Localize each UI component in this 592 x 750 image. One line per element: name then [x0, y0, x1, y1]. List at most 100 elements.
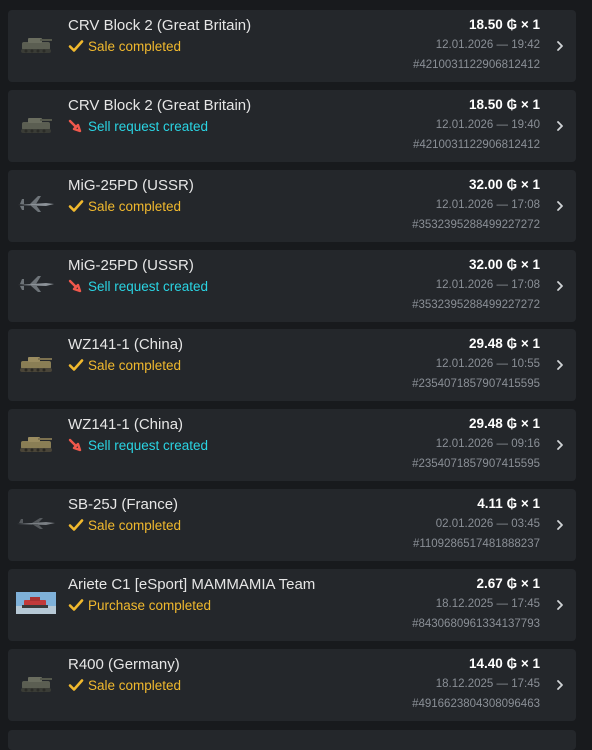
status-text: Sale completed	[88, 198, 182, 214]
status-line: Sale completed	[68, 677, 181, 693]
status-line: Sell request created	[68, 437, 208, 453]
transaction-list: CRV Block 2 (Great Britain) Sale complete…	[0, 0, 592, 738]
transaction-row-partial[interactable]	[8, 730, 576, 750]
price-value: 18.50	[469, 17, 503, 32]
price-quantity: 29.48 ₲ × 1	[469, 336, 540, 351]
item-thumbnail	[16, 190, 56, 218]
item-title: Ariete C1 [eSport] MAMMAMIA Team	[68, 576, 316, 593]
status-line: Sell request created	[68, 118, 208, 134]
transaction-date: 12.01.2026 — 17:08	[435, 279, 540, 291]
price-value: 32.00	[469, 177, 503, 192]
price-value: 29.48	[469, 416, 503, 431]
transaction-row[interactable]: R400 (Germany) Sale completed 14.40 ₲ × 11…	[8, 649, 576, 721]
status-text: Sale completed	[88, 517, 182, 533]
transaction-date: 12.01.2026 — 17:08	[435, 199, 540, 211]
quantity: × 1	[520, 177, 540, 192]
checkmark-icon	[68, 597, 84, 613]
status-text: Sale completed	[88, 357, 182, 373]
chevron-right-icon[interactable]	[554, 39, 566, 53]
status-line: Sell request created	[68, 278, 208, 294]
item-thumbnail	[16, 349, 56, 377]
price-value: 32.00	[469, 257, 503, 272]
checkmark-icon	[68, 198, 84, 214]
transaction-row[interactable]: CRV Block 2 (Great Britain) Sell request …	[8, 90, 576, 162]
sell-arrow-icon	[68, 278, 84, 294]
item-thumbnail	[16, 270, 56, 298]
transaction-row[interactable]: SB-25J (France) Sale completed 4.11 ₲ × 1 0…	[8, 489, 576, 561]
chevron-right-icon[interactable]	[554, 199, 566, 213]
status-text: Sell request created	[88, 278, 209, 294]
item-title: SB-25J (France)	[68, 496, 179, 513]
price-value: 4.11	[477, 496, 503, 511]
chevron-right-icon[interactable]	[554, 518, 566, 532]
chevron-right-icon[interactable]	[554, 119, 566, 133]
status-line: Purchase completed	[68, 597, 211, 613]
transaction-date: 12.01.2026 — 09:16	[435, 438, 540, 450]
item-title: MiG-25PD (USSR)	[68, 257, 194, 274]
chevron-right-icon[interactable]	[554, 438, 566, 452]
item-thumbnail	[16, 589, 56, 617]
chevron-right-icon[interactable]	[554, 279, 566, 293]
chevron-right-icon[interactable]	[554, 678, 566, 692]
status-line: Sale completed	[68, 357, 181, 373]
currency-icon: ₲	[506, 576, 518, 591]
item-thumbnail	[16, 669, 56, 697]
quantity: × 1	[520, 17, 540, 32]
transaction-row[interactable]: MiG-25PD (USSR) Sell request created 32.00…	[8, 250, 576, 322]
status-line: Sale completed	[68, 198, 181, 214]
order-id: #1109286517481888237	[412, 538, 540, 550]
transaction-date: 18.12.2025 — 17:45	[435, 598, 540, 610]
currency-icon: ₲	[506, 257, 518, 272]
price-value: 2.67	[476, 576, 503, 591]
order-id: #2354071857907415595	[412, 458, 540, 470]
transaction-row[interactable]: MiG-25PD (USSR) Sale completed 32.00 ₲ × 1…	[8, 170, 576, 242]
price-value: 29.48	[469, 336, 503, 351]
quantity: × 1	[520, 257, 540, 272]
quantity: × 1	[520, 576, 540, 591]
sell-arrow-icon	[68, 118, 84, 134]
quantity: × 1	[520, 656, 540, 671]
quantity: × 1	[520, 416, 540, 431]
chevron-right-icon[interactable]	[554, 358, 566, 372]
currency-icon: ₲	[506, 496, 518, 511]
price-value: 14.40	[469, 656, 503, 671]
order-id: #2354071857907415595	[412, 378, 540, 390]
order-id: #3532395288499227272	[412, 299, 540, 311]
status-text: Sale completed	[88, 38, 182, 54]
transaction-row[interactable]: Ariete C1 [eSport] MAMMAMIA Team Purchase…	[8, 569, 576, 641]
chevron-right-icon[interactable]	[554, 598, 566, 612]
item-thumbnail	[16, 429, 56, 457]
item-title: CRV Block 2 (Great Britain)	[68, 97, 252, 114]
item-title: R400 (Germany)	[68, 656, 180, 673]
currency-icon: ₲	[506, 656, 518, 671]
quantity: × 1	[520, 336, 540, 351]
status-text: Sell request created	[88, 437, 209, 453]
price-quantity: 18.50 ₲ × 1	[469, 97, 540, 112]
transaction-date: 18.12.2025 — 17:45	[435, 678, 540, 690]
order-id: #4210031122906812412	[412, 59, 540, 71]
transaction-date: 12.01.2026 — 19:40	[435, 119, 540, 131]
price-quantity: 32.00 ₲ × 1	[469, 177, 540, 192]
quantity: × 1	[520, 496, 540, 511]
order-id: #8430680961334137793	[412, 618, 540, 630]
item-title: WZ141-1 (China)	[68, 416, 184, 433]
order-id: #4210031122906812412	[412, 139, 540, 151]
status-text: Sale completed	[88, 677, 182, 693]
checkmark-icon	[68, 677, 84, 693]
transaction-date: 02.01.2026 — 03:45	[435, 518, 540, 530]
transaction-row[interactable]: WZ141-1 (China) Sale completed 29.48 ₲ × 1…	[8, 329, 576, 401]
currency-icon: ₲	[506, 17, 518, 32]
transaction-row[interactable]: WZ141-1 (China) Sell request created 29.48…	[8, 409, 576, 481]
transaction-row[interactable]: CRV Block 2 (Great Britain) Sale complete…	[8, 10, 576, 82]
price-quantity: 29.48 ₲ × 1	[469, 416, 540, 431]
price-quantity: 14.40 ₲ × 1	[469, 656, 540, 671]
price-value: 18.50	[469, 97, 503, 112]
quantity: × 1	[520, 97, 540, 112]
order-id: #3532395288499227272	[412, 219, 540, 231]
status-text: Sell request created	[88, 118, 209, 134]
transaction-date: 12.01.2026 — 10:55	[435, 358, 540, 370]
price-quantity: 2.67 ₲ × 1	[477, 576, 540, 591]
currency-icon: ₲	[506, 97, 518, 112]
status-line: Sale completed	[68, 517, 181, 533]
checkmark-icon	[68, 38, 84, 54]
